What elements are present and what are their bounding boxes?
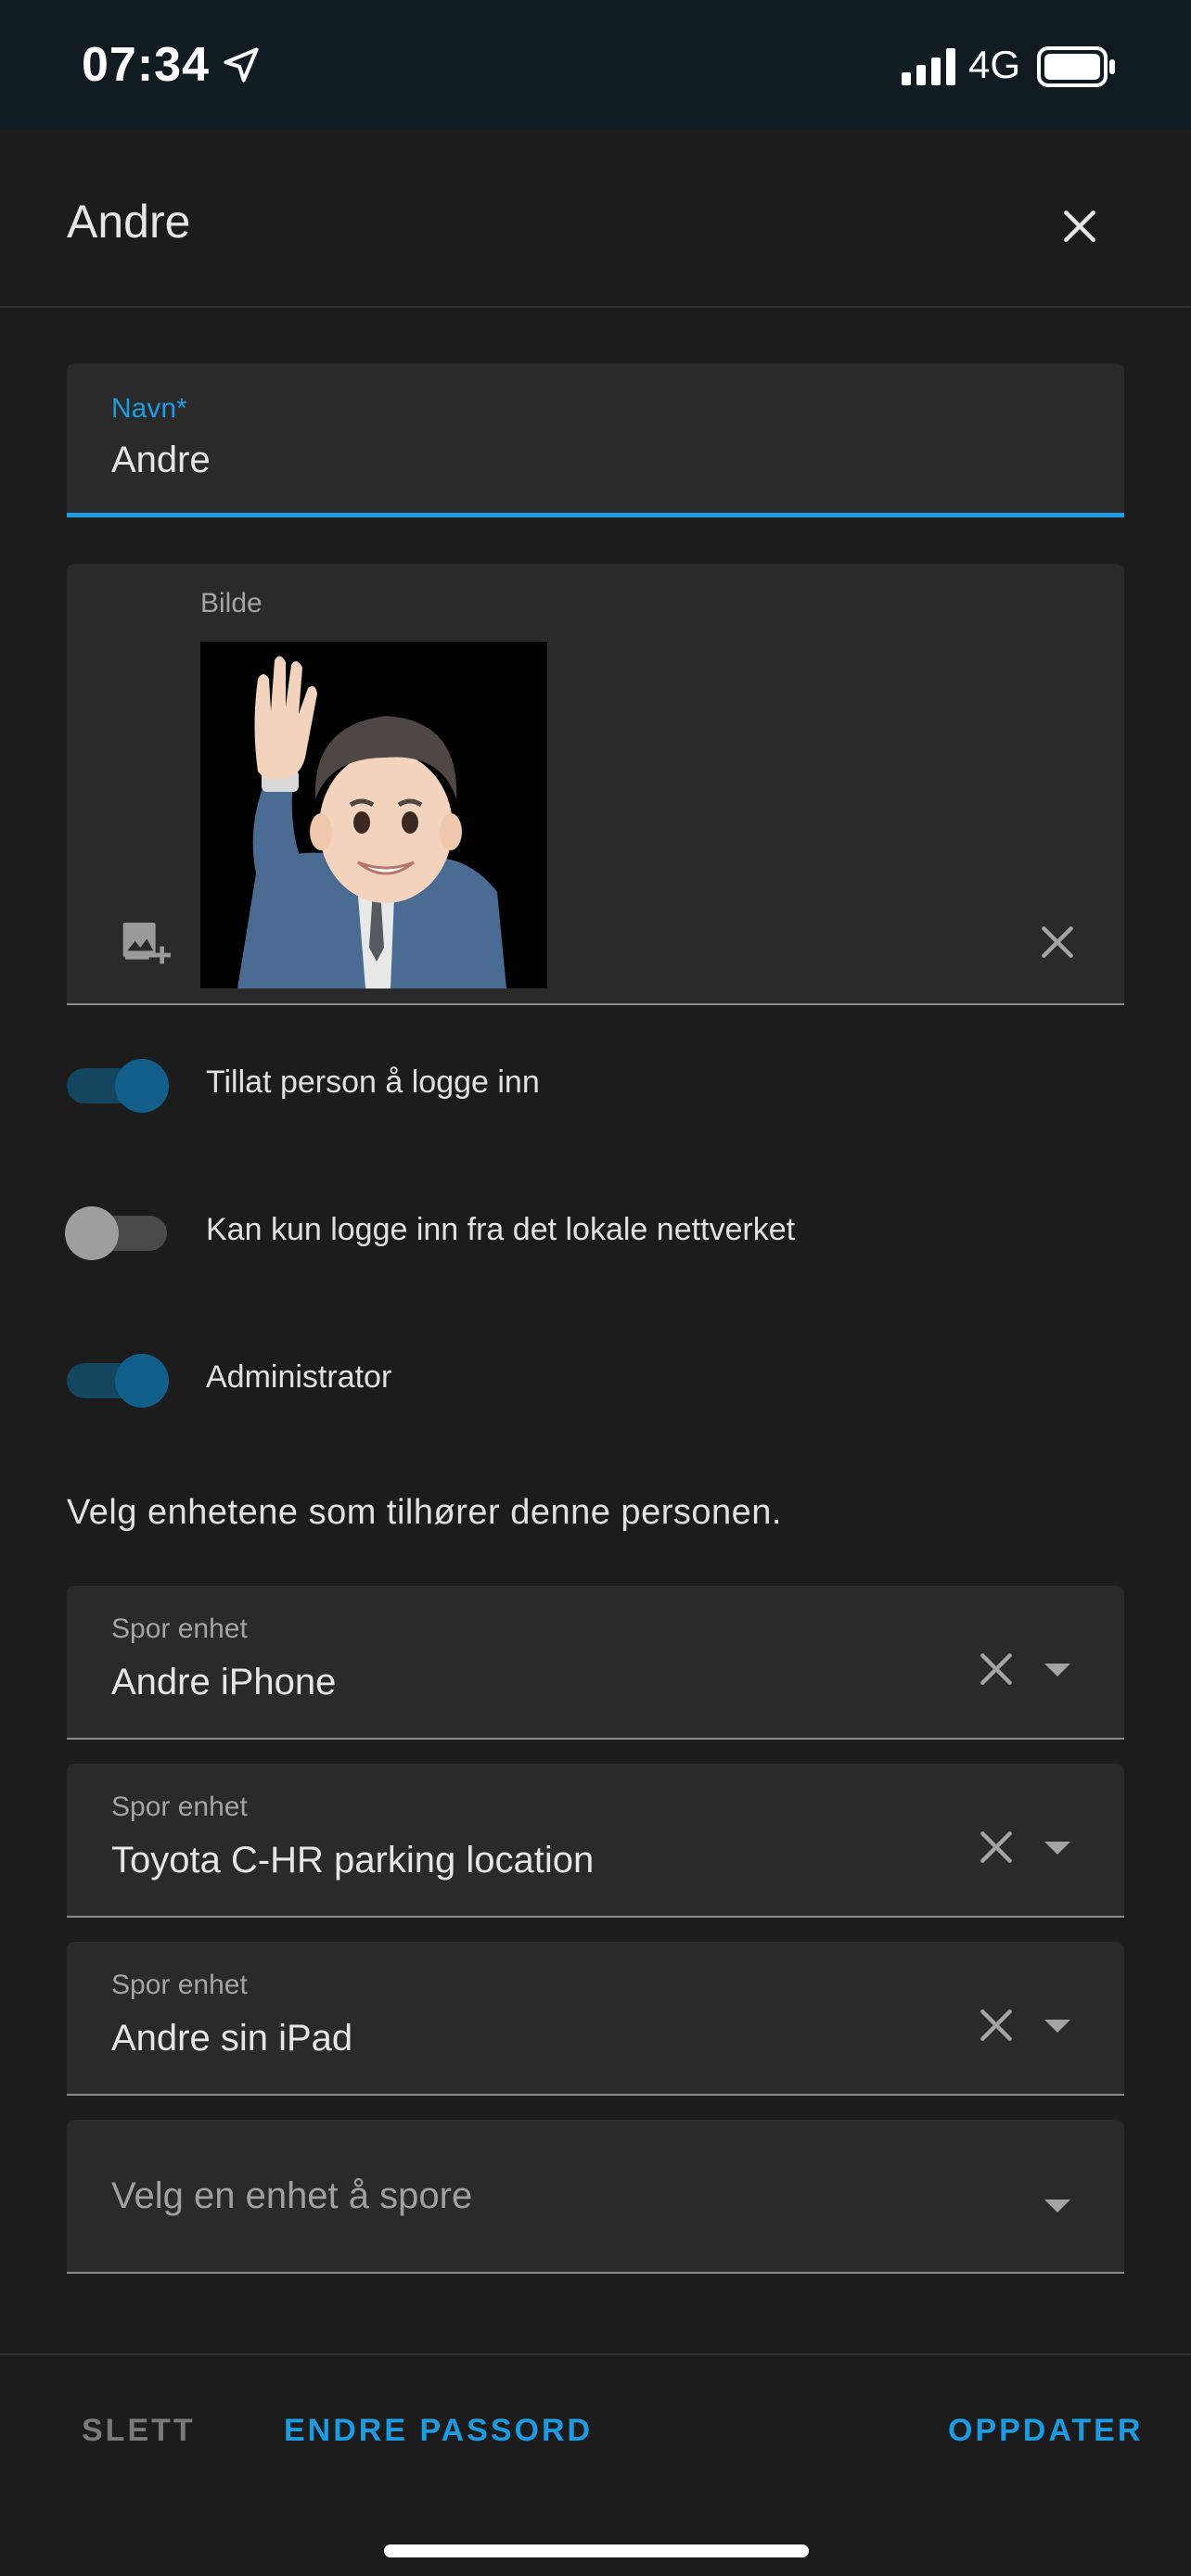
device-picker-value[interactable]: Andre sin iPad (111, 2018, 352, 2060)
dialog-footer: SLETT ENDRE PASSORD OPPDATER (0, 2353, 1191, 2574)
dropdown-arrow-icon[interactable] (1044, 2020, 1070, 2033)
signal-strength-icon (902, 48, 955, 85)
delete-button[interactable]: SLETT (82, 2413, 196, 2449)
devices-help-text: Velg enhetene som tilhører denne persone… (67, 1493, 782, 1532)
new-device-picker[interactable]: Velg en enhet å spore (67, 2120, 1124, 2274)
device-picker-value[interactable]: Toyota C-HR parking location (111, 1840, 594, 1881)
device-picker-label: Spor enhet (111, 1613, 248, 1644)
dropdown-arrow-icon[interactable] (1044, 2200, 1070, 2213)
device-picker-label: Spor enhet (111, 1970, 248, 2000)
update-button[interactable]: OPPDATER (948, 2413, 1143, 2449)
person-dialog: Andre Navn* Andre Bilde Tillat person å … (0, 130, 1191, 2576)
switch-thumb (115, 1354, 169, 1408)
name-field[interactable]: Navn* Andre (67, 363, 1124, 517)
close-button[interactable] (1050, 197, 1109, 256)
status-bar: 07:34 4G (0, 0, 1191, 130)
status-time: 07:34 (82, 38, 210, 92)
avatar (200, 642, 547, 988)
dropdown-arrow-icon[interactable] (1044, 1842, 1070, 1855)
device-picker-2[interactable]: Spor enhet Toyota C-HR parking location (67, 1764, 1124, 1918)
memoji-avatar-image (200, 642, 547, 988)
clear-device-icon[interactable] (976, 1649, 1017, 1690)
administrator-switch[interactable] (67, 1354, 169, 1408)
device-picker-1[interactable]: Spor enhet Andre iPhone (67, 1586, 1124, 1740)
picture-upload: Bilde (67, 564, 1124, 1005)
switch-thumb (115, 1059, 169, 1113)
dialog-title: Andre (67, 196, 191, 248)
close-icon (1064, 210, 1095, 242)
toggle-local-only: Kan kun logge inn fra det lokale nettver… (65, 1193, 1124, 1268)
dialog-header: Andre (0, 130, 1191, 308)
local-only-switch[interactable] (65, 1206, 167, 1260)
switch-thumb (65, 1206, 119, 1260)
allow-login-switch[interactable] (67, 1059, 169, 1113)
home-indicator[interactable] (384, 2544, 809, 2557)
dropdown-arrow-icon[interactable] (1044, 1664, 1070, 1677)
name-field-value[interactable]: Andre (111, 440, 211, 481)
device-picker-label: Spor enhet (111, 1792, 248, 1822)
change-password-button[interactable]: ENDRE PASSORD (284, 2413, 593, 2449)
administrator-label: Administrator (206, 1359, 392, 1395)
picture-label: Bilde (200, 588, 263, 618)
add-photo-icon[interactable] (119, 916, 171, 968)
remove-picture-icon[interactable] (1037, 922, 1078, 963)
new-device-placeholder[interactable]: Velg en enhet å spore (111, 2175, 472, 2217)
battery-icon (1037, 46, 1115, 87)
device-picker-value[interactable]: Andre iPhone (111, 1662, 336, 1703)
toggle-administrator: Administrator (67, 1341, 1124, 1415)
name-field-label: Navn* (111, 393, 187, 424)
allow-login-label: Tillat person å logge inn (206, 1065, 540, 1100)
clear-device-icon[interactable] (976, 1827, 1017, 1868)
location-arrow-icon (224, 47, 259, 83)
device-picker-3[interactable]: Spor enhet Andre sin iPad (67, 1942, 1124, 2096)
network-type: 4G (968, 43, 1021, 86)
toggle-allow-login: Tillat person å logge inn (67, 1046, 1124, 1120)
local-only-label: Kan kun logge inn fra det lokale nettver… (206, 1212, 796, 1247)
clear-device-icon[interactable] (976, 2005, 1017, 2046)
